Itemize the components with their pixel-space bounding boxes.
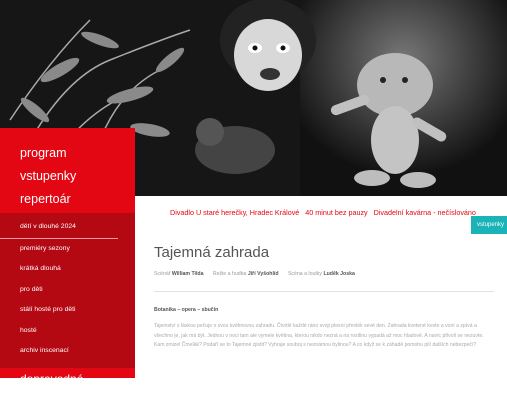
credit-name: William Tilda: [171, 271, 204, 277]
credit-name: Luděk Joska: [323, 271, 355, 277]
credit-role: Scéna a loutky: [287, 271, 322, 277]
duration-label: 40 minut bez pauzy: [305, 208, 368, 217]
divider: [154, 291, 494, 292]
nav-item-program[interactable]: program: [0, 142, 135, 165]
show-info-bar: Divadlo U staré herečky, Hradec Králové …: [170, 208, 480, 217]
venue-label: Divadlo U staré herečky, Hradec Králové: [170, 208, 300, 217]
show-credits: Scénář William Tilda Režie a hudba Jiří …: [154, 271, 363, 277]
submenu-item-deti-v-dlouhe[interactable]: dětí v dlouhé 2024: [0, 217, 118, 239]
sidebar-nav: program vstupenky repertoár dětí v dlouh…: [0, 128, 135, 400]
show-genre: Botanika – opera – sbučín: [154, 307, 219, 313]
credit-role: Režie a hudba: [212, 271, 247, 277]
submenu-item-pro-deti[interactable]: pro děti: [0, 280, 135, 301]
submenu-item-archiv[interactable]: archiv inscenací: [0, 341, 135, 362]
nav-item-doprovodne-programy[interactable]: doprovodné programy: [0, 372, 135, 400]
credit-role: Scénář: [154, 271, 171, 277]
submenu-item-hoste[interactable]: hosté: [0, 321, 135, 342]
submenu-item-premiery[interactable]: premiéry sezony: [0, 239, 135, 260]
tickets-button[interactable]: vstupenky: [470, 216, 507, 234]
nav-item-vstupenky[interactable]: vstupenky: [0, 165, 135, 188]
show-detail: Divadlo U staré herečky, Hradec Králové …: [150, 196, 507, 378]
show-description: Tajemství s láskou pečuje o svou květino…: [154, 323, 484, 348]
submenu-item-kratka-dlouha[interactable]: krátká dlouhá: [0, 259, 135, 280]
show-title: Tajemná zahrada: [154, 244, 270, 261]
seating-label: Divadelní kavárna - nečíslováno: [373, 208, 476, 217]
credit-name: Jiří Vyšohlíd: [247, 271, 279, 277]
nav-item-repertoar[interactable]: repertoár: [0, 188, 135, 211]
repertoar-submenu: dětí v dlouhé 2024 premiéry sezony krátk…: [0, 213, 135, 368]
submenu-item-stali-hoste[interactable]: stálí hosté pro děti: [0, 300, 135, 321]
